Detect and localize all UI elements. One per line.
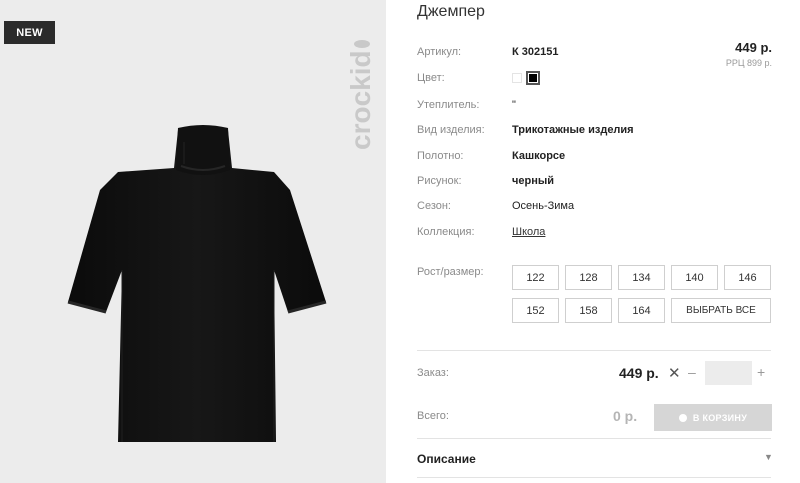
chevron-down-icon[interactable]: ▼ [764, 452, 773, 462]
cart-icon [678, 413, 687, 422]
color-swatch-black[interactable] [526, 71, 540, 85]
brand-watermark: crockid [343, 40, 379, 150]
recommended-price: РРЦ 899 р. [725, 58, 772, 68]
divider [417, 438, 771, 439]
total-value: 0 р. [613, 408, 638, 424]
collection-link[interactable]: Школа [512, 226, 545, 238]
insulation-row: Утеплитель: " [417, 99, 516, 111]
article-row: Артикул: К 302151 [417, 46, 558, 58]
quantity-plus-button[interactable]: + [757, 364, 765, 380]
brand-text: crockid [345, 50, 376, 150]
collection-label: Коллекция: [417, 226, 475, 238]
size-button-146[interactable]: 146 [724, 265, 771, 290]
product-photo[interactable]: NEW crockid [0, 0, 386, 483]
color-row: Цвет: [417, 72, 512, 84]
pattern-row: Рисунок: черный [417, 175, 554, 187]
season-value: Осень-Зима [512, 200, 575, 212]
sizes-label: Рост/размер: [417, 266, 484, 278]
article-label: Артикул: [417, 46, 462, 58]
size-button-152[interactable]: 152 [512, 298, 559, 323]
brand-ring-icon [354, 40, 370, 49]
type-value: Трикотажные изделия [512, 124, 634, 136]
product-title: Джемпер [417, 3, 485, 20]
size-button-140[interactable]: 140 [671, 265, 718, 290]
new-badge: NEW [4, 21, 55, 44]
color-label: Цвет: [417, 72, 445, 84]
article-value: К 302151 [512, 46, 559, 58]
order-label: Заказ: [417, 367, 449, 379]
type-label: Вид изделия: [417, 124, 485, 136]
collection-row: Коллекция: Школа [417, 226, 545, 238]
add-to-cart-label: В КОРЗИНУ [692, 412, 748, 423]
insulation-label: Утеплитель: [417, 99, 480, 111]
type-row: Вид изделия: Трикотажные изделия [417, 124, 634, 136]
size-button-128[interactable]: 128 [565, 265, 612, 290]
pattern-label: Рисунок: [417, 175, 462, 187]
divider [417, 477, 771, 478]
size-button-134[interactable]: 134 [618, 265, 665, 290]
color-swatch-white[interactable] [512, 73, 522, 83]
fabric-value: Кашкорсе [512, 150, 566, 162]
description-toggle[interactable]: Описание [417, 452, 476, 466]
size-button-158[interactable]: 158 [565, 298, 612, 323]
times-icon: ✕ [668, 365, 681, 382]
shirt-image [67, 125, 327, 442]
size-button-164[interactable]: 164 [618, 298, 665, 323]
fabric-row: Полотно: Кашкорсе [417, 150, 565, 162]
add-to-cart-button[interactable]: В КОРЗИНУ [654, 404, 772, 431]
pattern-value: черный [512, 175, 555, 187]
total-label: Всего: [417, 410, 449, 422]
order-price: 449 р. [619, 365, 659, 381]
insulation-value: " [512, 99, 516, 111]
season-row: Сезон: Осень-Зима [417, 200, 574, 212]
size-button-122[interactable]: 122 [512, 265, 559, 290]
select-all-sizes-button[interactable]: ВЫБРАТЬ ВСЕ [671, 298, 771, 323]
divider [417, 350, 771, 351]
product-price: 449 р. [735, 40, 772, 55]
quantity-input[interactable] [705, 361, 752, 385]
quantity-minus-button[interactable]: – [688, 364, 696, 380]
season-label: Сезон: [417, 200, 451, 212]
fabric-label: Полотно: [417, 150, 464, 162]
